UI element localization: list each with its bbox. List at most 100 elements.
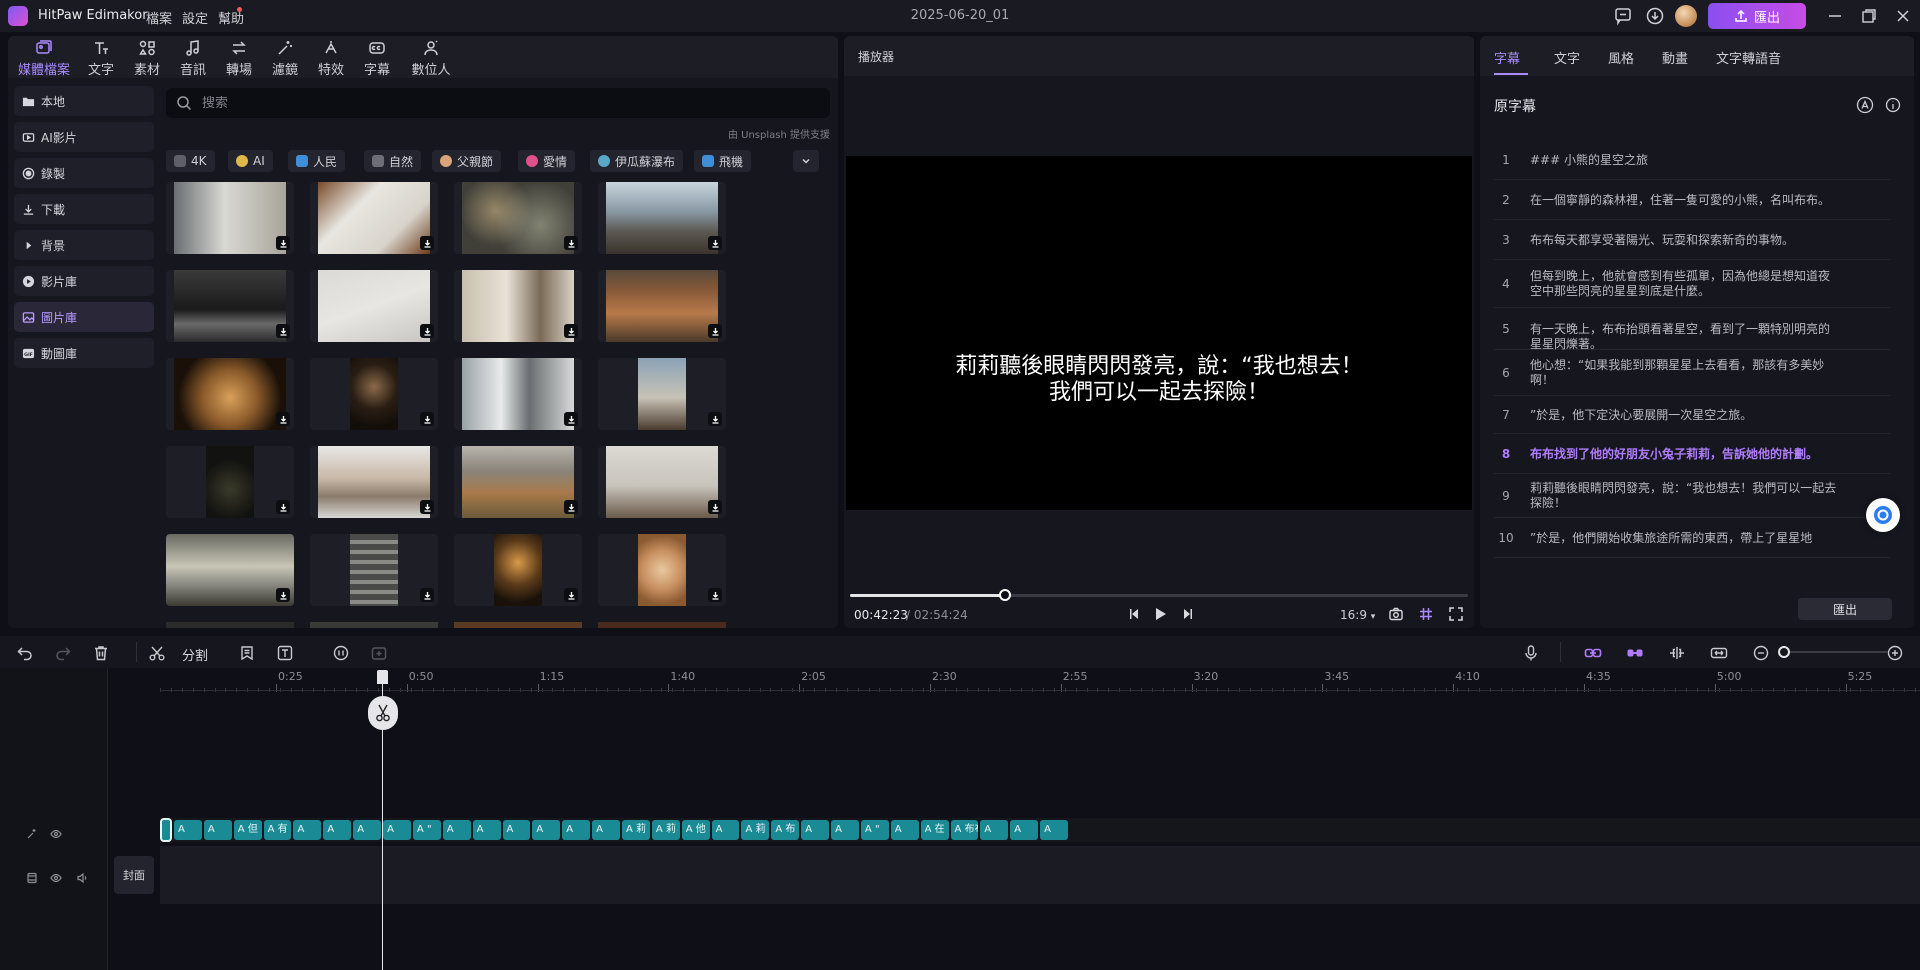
subtitle-text[interactable]: 但每到晚上，他就會感到有些孤單，因為他總是想知道夜空中那些閃亮的星星到底是什麼。 bbox=[1530, 269, 1840, 299]
play-icon[interactable] bbox=[1152, 606, 1168, 622]
restore-icon[interactable] bbox=[1860, 7, 1878, 25]
download-icon[interactable] bbox=[564, 236, 578, 250]
undo-icon[interactable] bbox=[16, 644, 34, 662]
clip-trim-handle[interactable] bbox=[160, 818, 172, 842]
subtitle-clip[interactable]: A bbox=[442, 820, 471, 840]
image-thumbnail[interactable] bbox=[598, 534, 726, 606]
subtitle-clip[interactable]: A 莉 bbox=[622, 820, 650, 840]
link-clips-icon[interactable] bbox=[1584, 644, 1602, 662]
subtitle-clip[interactable]: A 有 bbox=[263, 820, 292, 840]
eye-icon[interactable] bbox=[50, 872, 62, 884]
scissors-icon[interactable] bbox=[148, 644, 166, 662]
image-thumbnail[interactable] bbox=[454, 182, 582, 254]
subtitle-text[interactable]: 莉莉聽後眼睛閃閃發亮，說：“我也想去！我們可以一起去探險！ bbox=[1530, 481, 1840, 511]
subtitle-clip[interactable]: A bbox=[711, 820, 740, 840]
download-icon[interactable] bbox=[564, 500, 578, 514]
playhead-split-cursor[interactable] bbox=[368, 696, 398, 730]
download-circle-icon[interactable] bbox=[1645, 6, 1665, 26]
tab-filters[interactable]: 濾鏡 bbox=[270, 38, 300, 78]
subtitle-clip[interactable]: A bbox=[293, 820, 322, 840]
delete-icon[interactable] bbox=[92, 644, 110, 662]
download-icon[interactable] bbox=[276, 412, 290, 426]
subtitle-text[interactable]: 有一天晚上，布布抬頭看著星空，看到了一顆特別明亮的星星閃爍著。 bbox=[1530, 322, 1840, 352]
download-icon[interactable] bbox=[708, 412, 722, 426]
subtitle-clip[interactable]: A bbox=[890, 820, 919, 840]
tab-text[interactable]: 文字 bbox=[86, 38, 116, 78]
zoom-in-icon[interactable] bbox=[1886, 644, 1904, 662]
subtitle-row[interactable]: 9 莉莉聽後眼睛閃閃發亮，說：“我也想去！我們可以一起去探險！ bbox=[1494, 474, 1890, 518]
subtitle-clip[interactable]: A 他 bbox=[681, 820, 710, 840]
image-thumbnail[interactable] bbox=[166, 446, 294, 518]
tab-audio[interactable]: 音訊 bbox=[178, 38, 208, 78]
subtitle-clip[interactable]: A bbox=[353, 820, 382, 840]
subtitle-clip[interactable]: A bbox=[383, 820, 411, 840]
subtitle-clip[interactable]: A 莉 bbox=[651, 820, 680, 840]
subtitle-row[interactable]: 3 布布每天都享受著陽光、玩耍和探索新奇的事物。 bbox=[1494, 220, 1890, 260]
tag-love[interactable]: 愛情 bbox=[518, 150, 576, 172]
subtitle-clip[interactable]: A bbox=[592, 820, 620, 840]
subtitle-clip[interactable]: A 莉 bbox=[741, 820, 770, 840]
avatar[interactable] bbox=[1675, 5, 1697, 27]
download-icon[interactable] bbox=[564, 588, 578, 602]
tag-airplane[interactable]: 飛機 bbox=[694, 150, 752, 172]
tab-style[interactable]: 風格 bbox=[1608, 48, 1634, 67]
download-icon[interactable] bbox=[708, 500, 722, 514]
subtitle-row[interactable]: 4 但每到晚上，他就會感到有些孤單，因為他總是想知道夜空中那些閃亮的星星到底是什麼… bbox=[1494, 260, 1890, 308]
tag-nature[interactable]: 自然 bbox=[364, 150, 422, 172]
image-thumbnail[interactable] bbox=[310, 534, 438, 606]
image-thumbnail[interactable] bbox=[454, 270, 582, 342]
minimize-icon[interactable] bbox=[1826, 7, 1844, 25]
subtitle-row[interactable]: 8 布布找到了他的好朋友小兔子莉莉，告訴她他的計劃。 bbox=[1494, 434, 1890, 474]
zoom-out-icon[interactable] bbox=[1752, 644, 1770, 662]
download-icon[interactable] bbox=[420, 412, 434, 426]
grid-icon[interactable] bbox=[1418, 606, 1434, 622]
subtitle-row[interactable]: 7 ”於是，他下定決心要展開一次星空之旅。 bbox=[1494, 396, 1890, 434]
download-icon[interactable] bbox=[276, 324, 290, 338]
subtitle-clip[interactable]: A 在 bbox=[920, 820, 949, 840]
subtitle-text[interactable]: 布布找到了他的好朋友小兔子莉莉，告訴她他的計劃。 bbox=[1530, 447, 1840, 462]
download-icon[interactable] bbox=[420, 588, 434, 602]
download-icon[interactable] bbox=[708, 324, 722, 338]
category-background[interactable]: 背景 bbox=[14, 230, 154, 260]
subtitle-edit-icon[interactable] bbox=[238, 644, 256, 662]
subtitle-row[interactable]: 2 在一個寧靜的森林裡，住著一隻可愛的小熊，名叫布布。 bbox=[1494, 180, 1890, 220]
subtitle-clip[interactable]: A 但 bbox=[233, 820, 262, 840]
aspect-ratio-dropdown[interactable]: 16:9 ▾ bbox=[1340, 608, 1375, 622]
subtitle-clip[interactable]: A bbox=[1040, 820, 1068, 840]
tab-avatar[interactable]: 數位人 bbox=[410, 38, 452, 78]
category-record[interactable]: 錄製 bbox=[14, 158, 154, 188]
subtitle-clip[interactable]: A bbox=[831, 820, 859, 840]
tag-fathers-day[interactable]: 父親節 bbox=[432, 150, 502, 172]
subtitle-text[interactable]: ”於是，他下定決心要展開一次星空之旅。 bbox=[1530, 408, 1840, 423]
split-label[interactable]: 分割 bbox=[182, 645, 208, 664]
zoom-slider-track[interactable] bbox=[1788, 651, 1888, 653]
subtitle-clip[interactable]: A " bbox=[412, 820, 441, 840]
image-thumbnail-partial[interactable] bbox=[454, 622, 582, 628]
tab-effects[interactable]: 特效 bbox=[316, 38, 346, 78]
subtitle-clip[interactable]: A bbox=[562, 820, 591, 840]
video-preview[interactable] bbox=[846, 156, 1472, 510]
fit-timeline-icon[interactable] bbox=[1710, 644, 1728, 662]
image-thumbnail-partial[interactable] bbox=[310, 622, 438, 628]
download-icon[interactable] bbox=[564, 324, 578, 338]
subtitle-row[interactable]: 10 ”於是，他們開始收集旅途所需的東西，帶上了星星地 bbox=[1494, 518, 1890, 558]
feedback-icon[interactable] bbox=[1613, 6, 1633, 26]
tag-4k[interactable]: 4K bbox=[166, 150, 215, 172]
download-icon[interactable] bbox=[708, 236, 722, 250]
menu-settings[interactable]: 設定 bbox=[182, 8, 208, 27]
tag-people[interactable]: 人民 bbox=[288, 150, 346, 172]
ai-translate-icon[interactable] bbox=[1856, 96, 1874, 114]
subtitle-clip[interactable]: A bbox=[980, 820, 1009, 840]
category-download[interactable]: 下載 bbox=[14, 194, 154, 224]
info-icon[interactable] bbox=[1884, 96, 1902, 114]
speaker-icon[interactable] bbox=[76, 872, 88, 884]
playhead-handle[interactable] bbox=[377, 670, 388, 684]
download-icon[interactable] bbox=[276, 588, 290, 602]
image-thumbnail[interactable] bbox=[598, 270, 726, 342]
subtitle-clip[interactable]: A bbox=[323, 820, 352, 840]
image-thumbnail[interactable] bbox=[598, 358, 726, 430]
subtitle-clip[interactable]: A bbox=[472, 820, 501, 840]
category-image-library[interactable]: 圖片庫 bbox=[14, 302, 154, 332]
tags-expand-button[interactable] bbox=[793, 150, 819, 172]
previous-frame-icon[interactable] bbox=[1126, 606, 1142, 622]
